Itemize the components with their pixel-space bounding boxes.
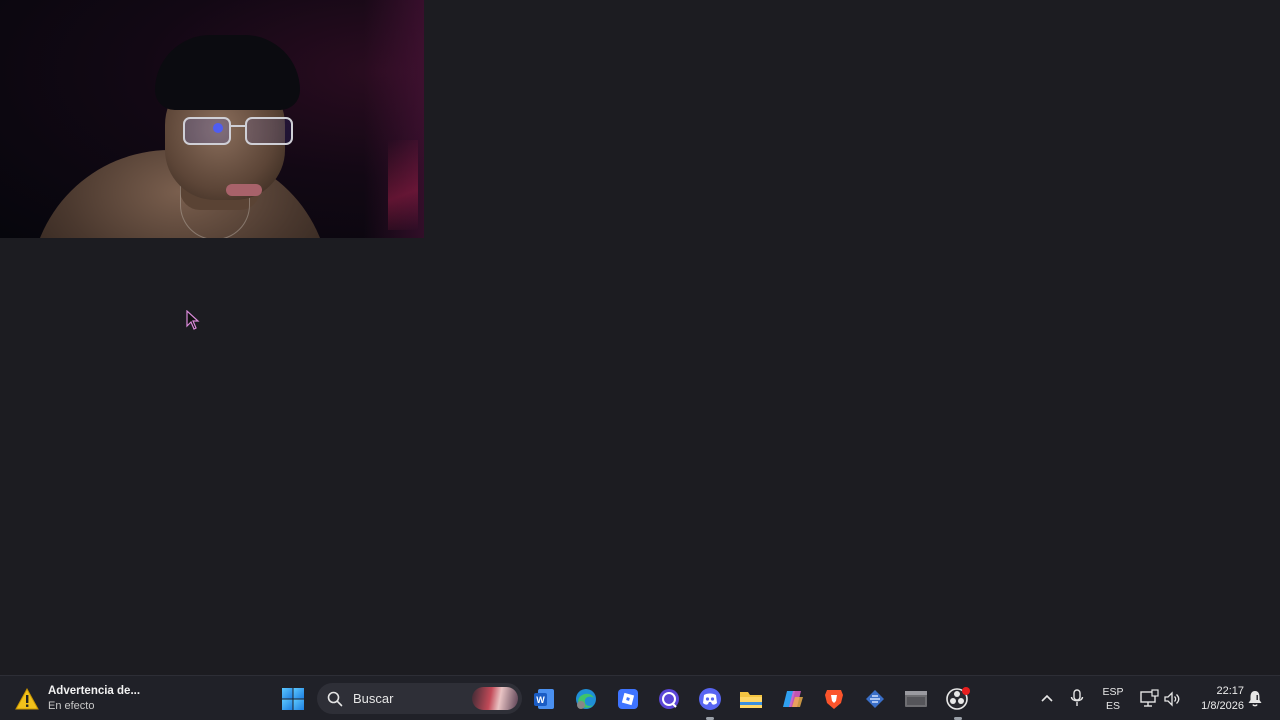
folder-icon <box>740 692 762 708</box>
webcam-overlay <box>0 0 424 238</box>
taskbar-app-file-explorer[interactable] <box>736 684 766 714</box>
taskbar-app-window[interactable] <box>901 684 931 714</box>
edge-icon <box>576 689 596 709</box>
search-icon <box>327 691 343 706</box>
desktop-background <box>0 0 1280 675</box>
person-hair <box>155 35 300 110</box>
weather-title: Advertencia de... <box>48 685 141 697</box>
lang-bottom: ES <box>1105 700 1120 712</box>
lang-top: ESP <box>1102 686 1124 698</box>
taskbar-app-roblox[interactable] <box>613 684 643 714</box>
taskbar-app-diamond[interactable] <box>860 684 890 714</box>
taskbar-app-obs[interactable] <box>943 684 973 720</box>
taskbar-app-chat[interactable] <box>654 684 684 714</box>
chat-bubble-icon <box>659 689 679 709</box>
webcam-light-streak <box>388 140 418 230</box>
roblox-icon <box>618 689 638 709</box>
taskbar: Advertencia de... En efecto Buscar W ESP… <box>0 675 1280 720</box>
network-icon[interactable] <box>1139 689 1159 709</box>
input-language[interactable]: ESP ES <box>1099 685 1127 713</box>
volume-icon[interactable] <box>1162 689 1182 709</box>
taskbar-app-edge[interactable] <box>571 684 601 714</box>
taskbar-app-discord[interactable] <box>695 684 725 720</box>
copilot-icon <box>783 691 803 707</box>
search-placeholder: Buscar <box>353 691 394 706</box>
clock-time: 22:17 <box>1216 685 1244 697</box>
microphone-icon[interactable] <box>1069 688 1085 708</box>
chevron-up-icon[interactable] <box>1038 690 1056 708</box>
window-icon <box>905 691 927 707</box>
weather-widget[interactable]: Advertencia de... En efecto <box>14 682 164 716</box>
taskbar-app-word[interactable]: W <box>529 684 559 714</box>
clock-date: 1/8/2026 <box>1201 700 1244 712</box>
taskbar-app-brave[interactable] <box>819 684 849 714</box>
word-icon: W <box>534 689 554 709</box>
glasses-icon <box>183 117 293 145</box>
obs-icon <box>946 687 970 710</box>
search-input[interactable]: Buscar <box>317 683 522 714</box>
notification-bell-icon[interactable] <box>1247 689 1263 707</box>
mouse-cursor-icon <box>186 310 200 330</box>
person-lips <box>226 184 262 196</box>
diamond-icon <box>866 690 884 708</box>
windows-start-icon[interactable] <box>280 686 306 712</box>
warning-icon <box>15 687 39 710</box>
taskbar-app-copilot[interactable] <box>778 684 808 714</box>
weather-status: En efecto <box>48 700 95 712</box>
brave-icon <box>825 690 843 709</box>
system-clock[interactable]: 22:17 1/8/2026 <box>1188 684 1244 714</box>
discord-icon <box>699 688 721 710</box>
search-highlight-image <box>472 687 518 710</box>
svg-text:W: W <box>536 695 545 705</box>
